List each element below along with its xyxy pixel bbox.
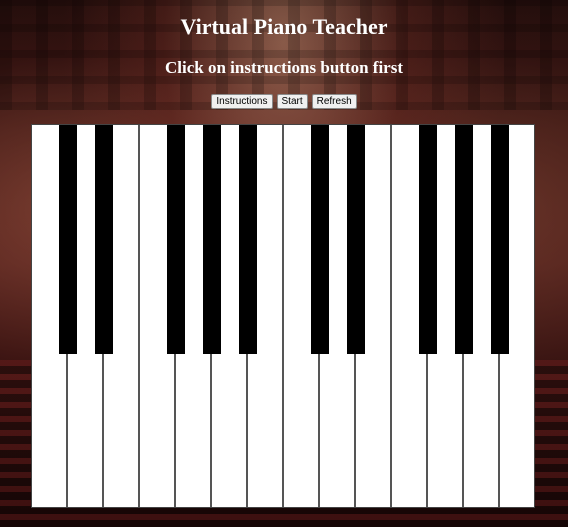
black-key[interactable] (239, 125, 257, 354)
black-key[interactable] (491, 125, 509, 354)
control-bar: Instructions Start Refresh (0, 94, 568, 109)
black-key[interactable] (455, 125, 473, 354)
piano-keyboard (31, 124, 535, 508)
black-key[interactable] (419, 125, 437, 354)
black-key[interactable] (59, 125, 77, 354)
refresh-button[interactable]: Refresh (311, 94, 357, 109)
black-key[interactable] (311, 125, 329, 354)
start-button[interactable]: Start (276, 94, 308, 109)
page-title: Virtual Piano Teacher (180, 14, 388, 39)
black-key[interactable] (95, 125, 113, 354)
black-key[interactable] (203, 125, 221, 354)
black-key[interactable] (167, 125, 185, 354)
black-key[interactable] (347, 125, 365, 354)
instructions-button[interactable]: Instructions (211, 94, 273, 109)
page-subtitle: Click on instructions button first (164, 58, 404, 77)
